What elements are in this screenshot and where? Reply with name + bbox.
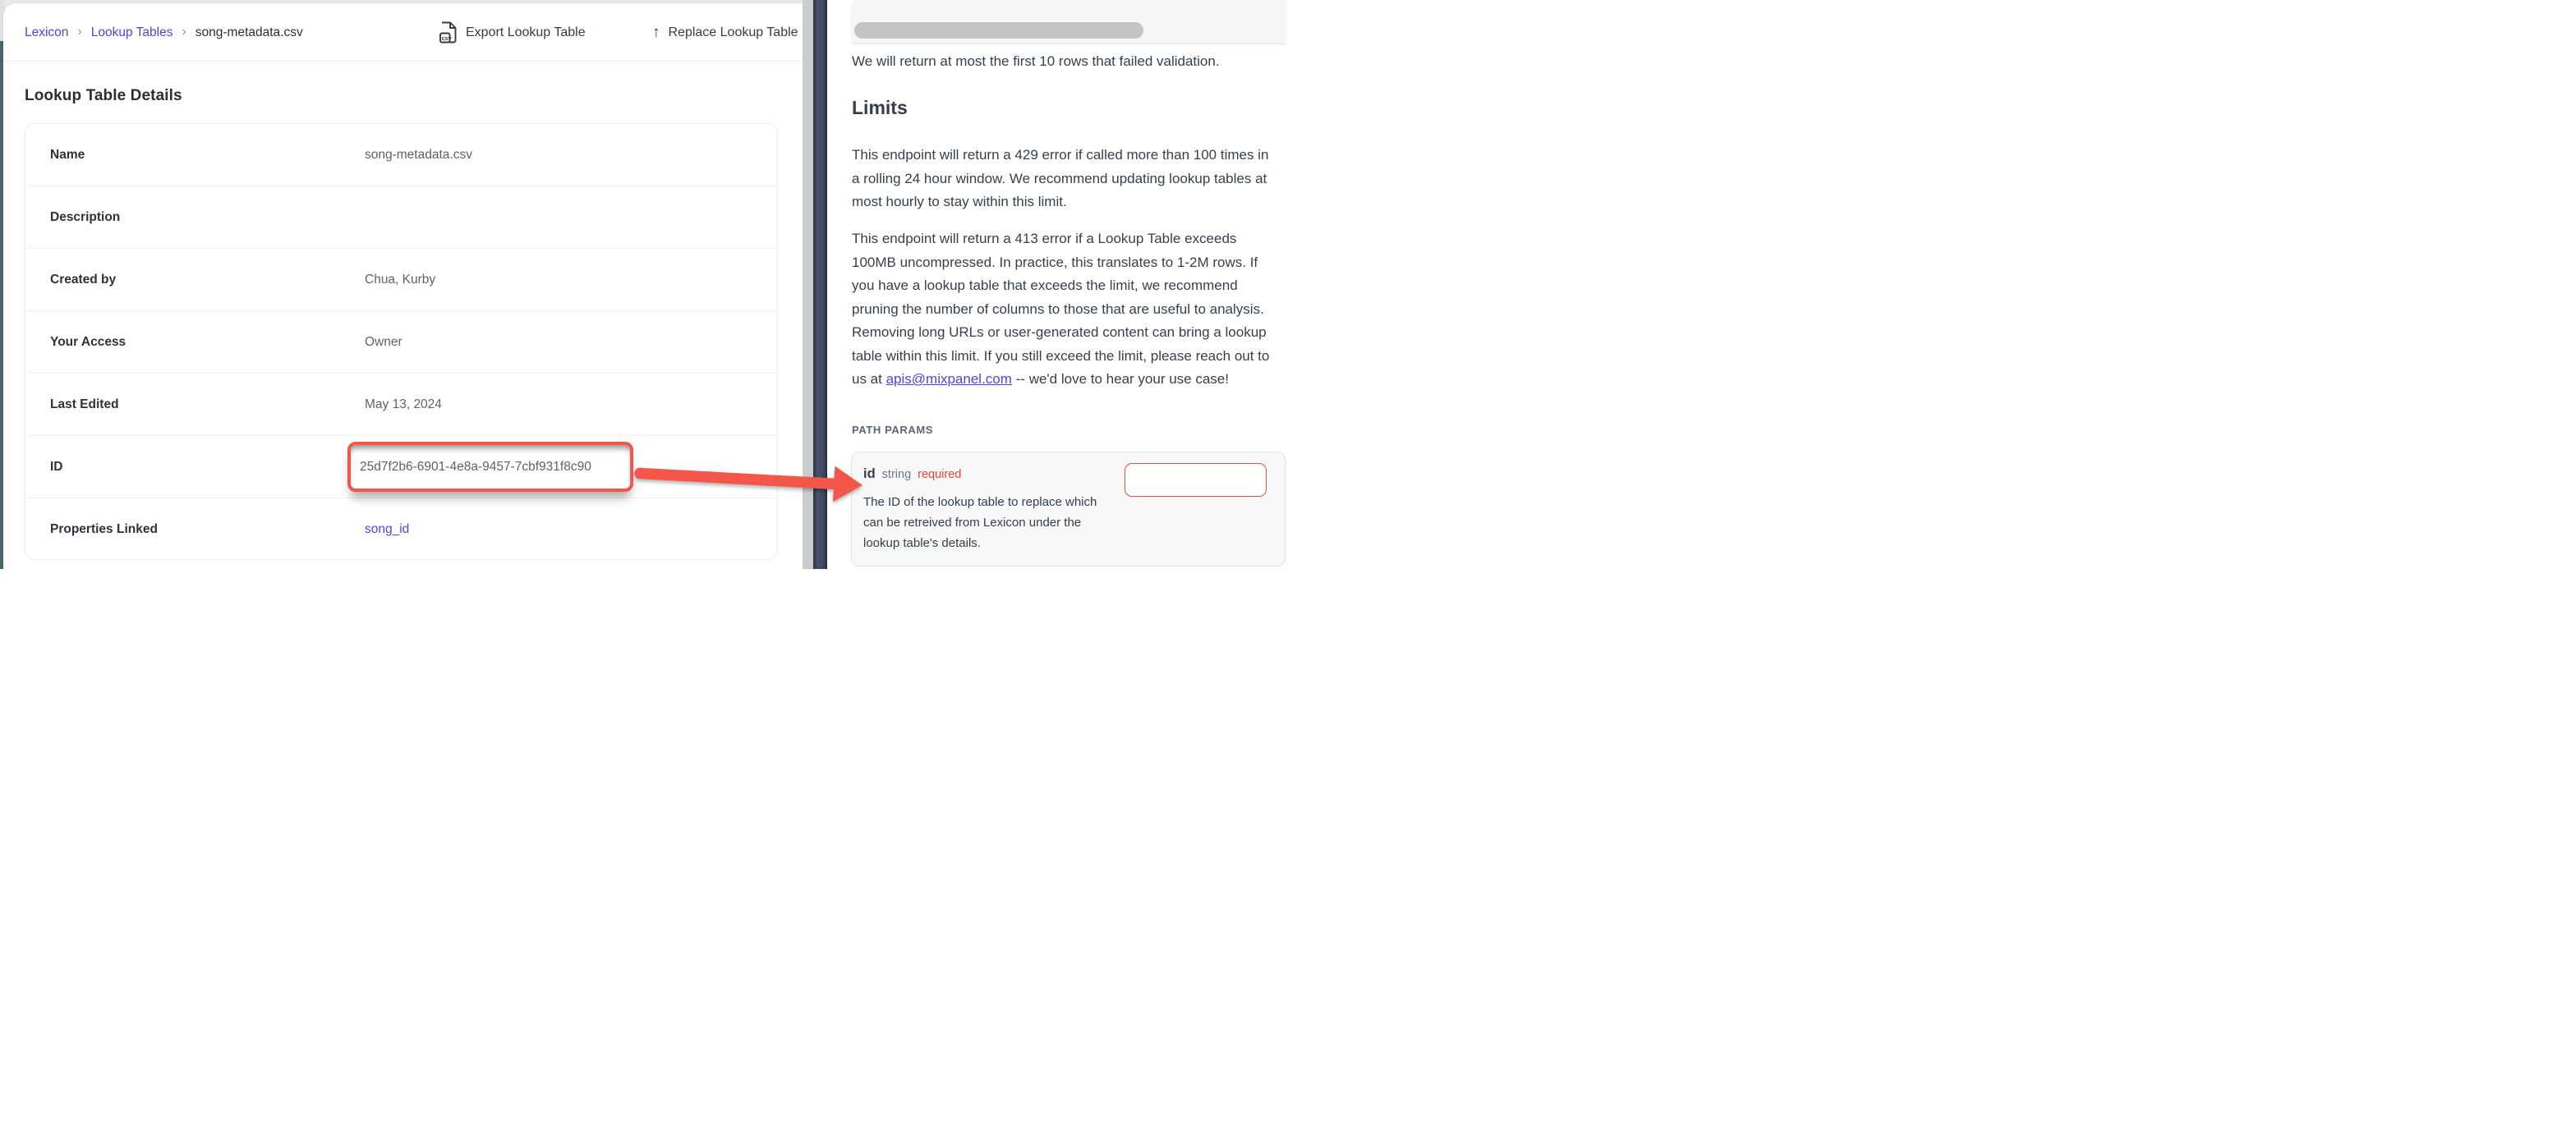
details-card: Name song-metadata.csv Description Creat… (25, 123, 778, 560)
param-type: string (882, 468, 911, 481)
export-lookup-table-button[interactable]: csv Export Lookup Table (439, 3, 586, 62)
row-label: Name (50, 148, 365, 163)
row-label: Properties Linked (50, 522, 365, 537)
replace-button-label: Replace Lookup Table (669, 25, 798, 40)
screenshot-root: Lexicon › Lookup Tables › song-metadata.… (0, 0, 1288, 569)
breadcrumb-link-lookup-tables[interactable]: Lookup Tables (91, 25, 173, 40)
row-value: May 13, 2024 (365, 397, 442, 412)
id-param-input[interactable] (1125, 463, 1267, 497)
csv-file-icon: csv (439, 21, 458, 44)
paragraph-413-text-after: -- we'd love to hear your use case! (1012, 371, 1229, 387)
row-value: song-metadata.csv (365, 148, 472, 163)
scrollbar-thumb[interactable] (854, 22, 1143, 39)
row-label: Created by (50, 273, 365, 287)
upload-arrow-icon: ↑ (652, 25, 660, 40)
docs-paragraph-413: This endpoint will return a 413 error if… (852, 227, 1280, 392)
row-label: Last Edited (50, 397, 365, 412)
breadcrumb-link-lexicon[interactable]: Lexicon (25, 25, 68, 40)
limits-heading: Limits (852, 95, 908, 120)
window-divider (813, 0, 827, 569)
path-params-label: PATH PARAMS (852, 424, 933, 436)
detail-row-id: ID 25d7f2b6-6901-4e8a-9457-7cbf931f8c90 (25, 436, 777, 498)
docs-horizontal-scrollbar-track[interactable] (851, 0, 1286, 44)
row-label: ID (50, 460, 365, 475)
apis-email-link[interactable]: apis@mixpanel.com (886, 371, 1012, 387)
docs-intro-text: We will return at most the first 10 rows… (852, 50, 1220, 73)
lookup-table-details-panel: Lexicon › Lookup Tables › song-metadata.… (3, 3, 803, 569)
path-param-card: id string required The ID of the lookup … (851, 452, 1286, 567)
row-label: Description (50, 210, 365, 225)
row-value: Chua, Kurby (365, 273, 435, 287)
detail-row-properties-linked: Properties Linked song_id (25, 498, 777, 561)
detail-row-last-edited: Last Edited May 13, 2024 (25, 374, 777, 436)
detail-row-your-access: Your Access Owner (25, 311, 777, 374)
panel-header: Lexicon › Lookup Tables › song-metadata.… (3, 3, 803, 62)
detail-row-name: Name song-metadata.csv (25, 124, 777, 186)
row-value: Owner (365, 335, 402, 350)
detail-row-created-by: Created by Chua, Kurby (25, 249, 777, 311)
export-button-label: Export Lookup Table (466, 25, 586, 40)
docs-paragraph-429: This endpoint will return a 429 error if… (852, 144, 1280, 214)
paragraph-413-text: This endpoint will return a 413 error if… (852, 231, 1269, 387)
chevron-right-icon: › (182, 25, 186, 39)
svg-text:csv: csv (442, 34, 452, 42)
chevron-right-icon: › (77, 25, 81, 39)
detail-row-description: Description (25, 186, 777, 249)
replace-lookup-table-button[interactable]: ↑ Replace Lookup Table (652, 3, 798, 62)
breadcrumb: Lexicon › Lookup Tables › song-metadata.… (25, 3, 303, 62)
lookup-table-id-value: 25d7f2b6-6901-4e8a-9457-7cbf931f8c90 (360, 460, 591, 475)
param-required-badge: required (918, 468, 961, 481)
row-label: Your Access (50, 335, 365, 350)
page-title: Lookup Table Details (25, 87, 182, 105)
param-name: id (863, 466, 876, 482)
left-panel-scrollbar[interactable] (803, 0, 813, 569)
id-annotation-highlight-box: 25d7f2b6-6901-4e8a-9457-7cbf931f8c90 (347, 442, 633, 492)
docs-panel: We will return at most the first 10 rows… (827, 0, 1288, 569)
param-header: id string required (863, 466, 961, 482)
linked-property-link[interactable]: song_id (365, 522, 409, 537)
breadcrumb-current: song-metadata.csv (196, 25, 303, 40)
param-description: The ID of the lookup table to replace wh… (863, 492, 1106, 553)
